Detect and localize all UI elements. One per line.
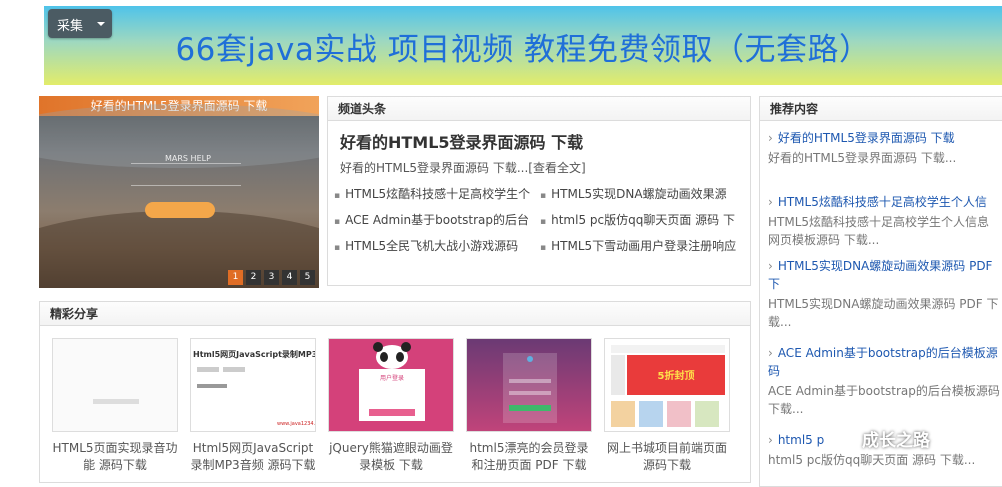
share-caption[interactable]: jQuery熊猫遮眼动画登录模板 下载 (326, 440, 456, 474)
share-panel: 精彩分享 HTML5页面实现录音功能 源码下载 www.java1234.com… (39, 301, 751, 483)
thumb-image (53, 339, 177, 431)
caret-down-icon (97, 22, 105, 26)
share-thumb[interactable]: 用户登录 (328, 338, 454, 432)
news-item[interactable]: HTML5炫酷科技感十足高校学生个 (334, 185, 534, 202)
headline-link[interactable]: 好看的HTML5登录界面源码 下载 (328, 121, 750, 153)
share-caption[interactable]: HTML5页面实现录音功能 源码下载 (50, 440, 180, 474)
news-item[interactable]: html5 pc版仿qq聊天页面 源码 下 (540, 211, 740, 228)
recommend-item: ACE Admin基于bootstrap的后台模板源码 ACE Admin基于b… (768, 344, 1000, 418)
recommend-desc: HTML5炫酷科技感十足高校学生个人信息网页模板源码 下载... (768, 215, 990, 247)
share-thumb[interactable]: 5折封顶 (604, 338, 730, 432)
news-item[interactable]: HTML5下雪动画用户登录注册响应 (540, 237, 740, 254)
login-form-preview (131, 142, 241, 252)
recommend-desc: html5 pc版仿qq聊天页面 源码 下载... (768, 453, 976, 467)
banner-title[interactable]: 66套java实战 项目视频 教程免费领取（无套路） (44, 24, 1002, 69)
share-thumb[interactable] (52, 338, 178, 432)
slider-dot[interactable]: 1 (228, 270, 243, 285)
thumb-heading: 5折封顶 (657, 371, 695, 382)
news-item[interactable]: HTML5实现DNA螺旋动画效果源 (540, 185, 740, 202)
share-caption[interactable]: html5漂亮的会员登录和注册页面 PDF 下载 (464, 440, 594, 474)
share-caption[interactable]: Html5网页JavaScript录制MP3音频 源码下载 (188, 440, 318, 474)
collect-button[interactable]: 采集 (48, 9, 112, 38)
watermark-text: 成长之路 (862, 431, 930, 451)
slider-dot[interactable]: 3 (264, 270, 279, 285)
svg-text:www.java1234.com: www.java1234.com (277, 421, 316, 427)
slider-dot[interactable]: 4 (282, 270, 297, 285)
channel-panel: 频道头条 好看的HTML5登录界面源码 下载 好看的HTML5登录界面源码 下载… (327, 96, 751, 286)
news-item[interactable]: ACE Admin基于bootstrap的后台 (334, 211, 534, 228)
collect-label: 采集 (57, 19, 84, 34)
recommend-desc: ACE Admin基于bootstrap的后台模板源码 下载... (768, 384, 1000, 416)
recommend-desc: 好看的HTML5登录界面源码 下载... (768, 151, 957, 165)
share-heading: 精彩分享 (40, 302, 750, 326)
slider-pagination: 1 2 3 4 5 (228, 270, 315, 285)
featured-slider[interactable]: 好看的HTML5登录界面源码 下载 MARS HELP 1 2 3 4 5 (39, 96, 319, 288)
top-banner[interactable]: 66套java实战 项目视频 教程免费领取（无套路） (44, 6, 1002, 85)
recommend-link[interactable]: ACE Admin基于bootstrap的后台模板源码 (768, 344, 1000, 380)
channel-heading: 频道头条 (328, 97, 750, 121)
slider-dot[interactable]: 5 (300, 270, 315, 285)
share-thumb[interactable] (466, 338, 592, 432)
recommend-item: HTML5炫酷科技感十足高校学生个人信 HTML5炫酷科技感十足高校学生个人信息… (768, 193, 1000, 249)
thumb-heading: Html5网页JavaScript录制MP3音频 (193, 350, 315, 359)
recommend-link[interactable]: 好看的HTML5登录界面源码 下载 (768, 129, 1000, 147)
share-caption[interactable]: 网上书城项目前端页面 源码下载 (602, 440, 732, 474)
wechat-icon (842, 432, 858, 446)
headline-summary-text: 好看的HTML5登录界面源码 下载... (340, 161, 529, 175)
recommend-link[interactable]: HTML5实现DNA螺旋动画效果源码 PDF 下 (768, 257, 1000, 293)
thumb-image (605, 339, 729, 431)
recommend-item: HTML5实现DNA螺旋动画效果源码 PDF 下 HTML5实现DNA螺旋动画效… (768, 257, 1000, 331)
headline-summary: 好看的HTML5登录界面源码 下载...[查看全文] (328, 153, 750, 176)
recommend-desc: HTML5实现DNA螺旋动画效果源码 PDF 下载... (768, 297, 999, 329)
slider-dot[interactable]: 2 (246, 270, 261, 285)
thumb-image (467, 339, 591, 431)
recommend-link[interactable]: HTML5炫酷科技感十足高校学生个人信 (768, 193, 1000, 211)
thumb-image (329, 339, 453, 431)
read-more-link[interactable]: [查看全文] (528, 161, 585, 175)
recommend-heading: 推荐内容 (760, 97, 1002, 121)
recommend-item: 好看的HTML5登录界面源码 下载 好看的HTML5登录界面源码 下载... (768, 129, 1000, 167)
thumb-heading: 用户登录 (379, 375, 404, 382)
share-thumb[interactable]: www.java1234.com Html5网页JavaScript录制MP3音… (190, 338, 316, 432)
news-item[interactable]: HTML5全民飞机大战小游戏源码 (334, 237, 534, 254)
